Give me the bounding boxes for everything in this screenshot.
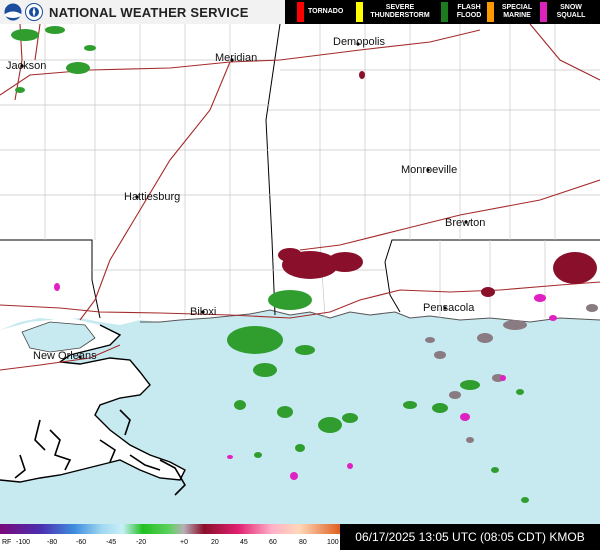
scale-label: -45	[106, 539, 117, 546]
legend-swatch	[540, 2, 547, 22]
scale-label: 20	[211, 539, 219, 546]
legend-flash-flood: FLASH FLOOD	[441, 2, 486, 22]
noaa-logo-icon	[4, 3, 22, 21]
legend-label: SEVERE THUNDERSTORM	[370, 4, 430, 19]
nws-logo-icon	[25, 3, 43, 21]
scale-label: -100	[16, 539, 31, 546]
legend-snow-squall: SNOW SQUALL	[540, 2, 591, 22]
scale-label: 45	[240, 539, 248, 546]
radar-viewer: Demopolis Jackson Meridian Monroeville H…	[0, 0, 600, 550]
city-label-jackson: Jackson	[6, 60, 46, 72]
legend-swatch	[297, 2, 304, 22]
scale-colorbar	[0, 524, 340, 534]
legend-severe-thunderstorm: SEVERE THUNDERSTORM	[356, 2, 433, 22]
legend-label: TORNADO	[308, 8, 344, 15]
city-label-monroeville: Monroeville	[401, 164, 457, 176]
city-label-demopolis: Demopolis	[333, 36, 385, 48]
nws-brand: NATIONAL WEATHER SERVICE	[0, 0, 285, 24]
scale-label: 80	[299, 539, 307, 546]
radar-timestamp: 06/17/2025 13:05 UTC (08:05 CDT) KMOB	[340, 524, 600, 550]
city-label-pensacola: Pensacola	[423, 302, 475, 314]
city-label-new-orleans: New Orleans	[33, 350, 97, 362]
scale-label: -80	[47, 539, 58, 546]
legend-label: FLASH FLOOD	[456, 4, 482, 19]
radar-map[interactable]: Demopolis Jackson Meridian Monroeville H…	[0, 0, 600, 550]
city-label-biloxi: Biloxi	[190, 306, 216, 318]
city-label-hattiesburg: Hattiesburg	[124, 191, 180, 203]
reflectivity-scale	[0, 524, 340, 534]
scale-label: 100	[327, 539, 339, 546]
legend-swatch	[441, 2, 448, 22]
page-title: NATIONAL WEATHER SERVICE	[49, 4, 249, 20]
legend-label: SNOW SQUALL	[556, 4, 586, 19]
scale-label: 60	[269, 539, 277, 546]
header-bar: NATIONAL WEATHER SERVICE TORNADO SEVERE …	[0, 0, 600, 24]
scale-label: -60	[76, 539, 87, 546]
city-label-brewton: Brewton	[445, 217, 485, 229]
legend-label: SPECIAL MARINE	[501, 4, 533, 19]
legend-special-marine: SPECIAL MARINE	[487, 2, 536, 22]
scale-label: -20	[136, 539, 147, 546]
legend-swatch	[356, 2, 363, 22]
scale-label: RF	[2, 539, 12, 546]
legend-swatch	[487, 2, 494, 22]
scale-label: +0	[180, 539, 188, 546]
legend-tornado: TORNADO	[297, 2, 343, 22]
city-label-meridian: Meridian	[215, 52, 257, 64]
